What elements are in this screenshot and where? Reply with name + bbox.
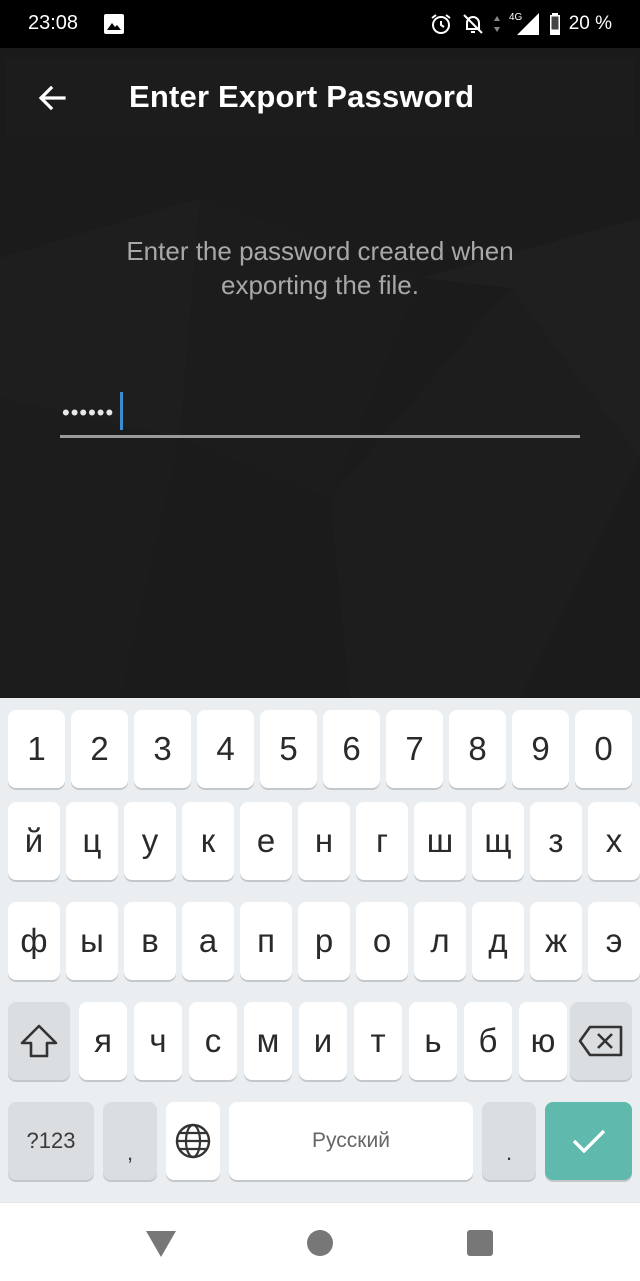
arrow-back-icon[interactable]: [34, 80, 70, 116]
key-2-7[interactable]: л: [414, 902, 466, 980]
key-3-2[interactable]: с: [189, 1002, 237, 1080]
key-1-3[interactable]: к: [182, 802, 234, 880]
shift-icon: [20, 1024, 58, 1058]
key-2-4[interactable]: п: [240, 902, 292, 980]
status-bar: 23:08 4G 20 %: [0, 0, 640, 48]
navigation-bar: [0, 1202, 640, 1281]
notifications-off-icon: [462, 14, 483, 34]
image-icon: [104, 14, 124, 34]
shift-key[interactable]: [8, 1002, 70, 1080]
key-0-4[interactable]: 5: [260, 710, 317, 788]
key-1-5[interactable]: н: [298, 802, 350, 880]
network-type: 4G: [509, 12, 523, 23]
key-2-0[interactable]: ф: [8, 902, 60, 980]
keyboard: 1234567890 йцукенгшщзх фывапролджэ ячсми…: [0, 698, 640, 1202]
done-key[interactable]: [545, 1102, 632, 1180]
globe-icon: [175, 1123, 211, 1159]
key-1-7[interactable]: ш: [414, 802, 466, 880]
key-0-5[interactable]: 6: [323, 710, 380, 788]
text-cursor: [120, 392, 123, 430]
check-icon: [572, 1129, 605, 1154]
key-1-9[interactable]: з: [530, 802, 582, 880]
key-1-6[interactable]: г: [356, 802, 408, 880]
signal-icon: 4G: [509, 12, 539, 35]
key-2-1[interactable]: ы: [66, 902, 118, 980]
page-title: Enter Export Password: [129, 79, 475, 114]
key-2-9[interactable]: ж: [530, 902, 582, 980]
comma-key[interactable]: ,: [103, 1102, 157, 1180]
key-2-6[interactable]: о: [356, 902, 408, 980]
key-1-4[interactable]: е: [240, 802, 292, 880]
key-3-5[interactable]: т: [354, 1002, 402, 1080]
input-underline: [60, 435, 580, 438]
nav-back-icon[interactable]: [146, 1231, 176, 1257]
key-2-8[interactable]: д: [472, 902, 524, 980]
nav-home-icon[interactable]: [307, 1230, 333, 1256]
key-3-8[interactable]: ю: [519, 1002, 567, 1080]
key-0-0[interactable]: 1: [8, 710, 65, 788]
key-0-1[interactable]: 2: [71, 710, 128, 788]
backspace-key[interactable]: [570, 1002, 632, 1080]
key-3-6[interactable]: ь: [409, 1002, 457, 1080]
period-key[interactable]: .: [482, 1102, 536, 1180]
space-key[interactable]: Русский: [229, 1102, 473, 1180]
key-0-3[interactable]: 4: [197, 710, 254, 788]
key-1-0[interactable]: й: [8, 802, 60, 880]
language-key[interactable]: [166, 1102, 220, 1180]
key-3-1[interactable]: ч: [134, 1002, 182, 1080]
key-1-1[interactable]: ц: [66, 802, 118, 880]
key-0-6[interactable]: 7: [386, 710, 443, 788]
main-content: Enter the password created when exportin…: [0, 138, 640, 698]
status-time: 23:08: [28, 12, 79, 34]
key-0-9[interactable]: 0: [575, 710, 632, 788]
status-icons: 4G 20 %: [429, 11, 612, 37]
key-1-10[interactable]: х: [588, 802, 640, 880]
key-2-10[interactable]: э: [588, 902, 640, 980]
key-3-0[interactable]: я: [79, 1002, 127, 1080]
app-bar: Enter Export Password: [6, 58, 634, 138]
battery-level: 20 %: [568, 13, 612, 34]
data-arrows-icon: [493, 16, 500, 32]
key-3-7[interactable]: б: [464, 1002, 512, 1080]
symbols-key[interactable]: ?123: [8, 1102, 94, 1180]
instruction-text: Enter the password created when exportin…: [126, 236, 514, 300]
key-2-5[interactable]: р: [298, 902, 350, 980]
key-2-3[interactable]: а: [182, 902, 234, 980]
battery-icon: [549, 13, 560, 35]
key-0-7[interactable]: 8: [449, 710, 506, 788]
alarm-icon: [431, 14, 451, 34]
password-value: ••••••: [62, 400, 115, 425]
key-1-8[interactable]: щ: [472, 802, 524, 880]
key-3-4[interactable]: и: [299, 1002, 347, 1080]
password-input[interactable]: ••••••: [60, 378, 580, 438]
key-2-2[interactable]: в: [124, 902, 176, 980]
backspace-icon: [578, 1025, 623, 1057]
key-0-2[interactable]: 3: [134, 710, 191, 788]
key-1-2[interactable]: у: [124, 802, 176, 880]
key-0-8[interactable]: 9: [512, 710, 569, 788]
key-3-3[interactable]: м: [244, 1002, 292, 1080]
nav-recents-icon[interactable]: [467, 1230, 493, 1256]
